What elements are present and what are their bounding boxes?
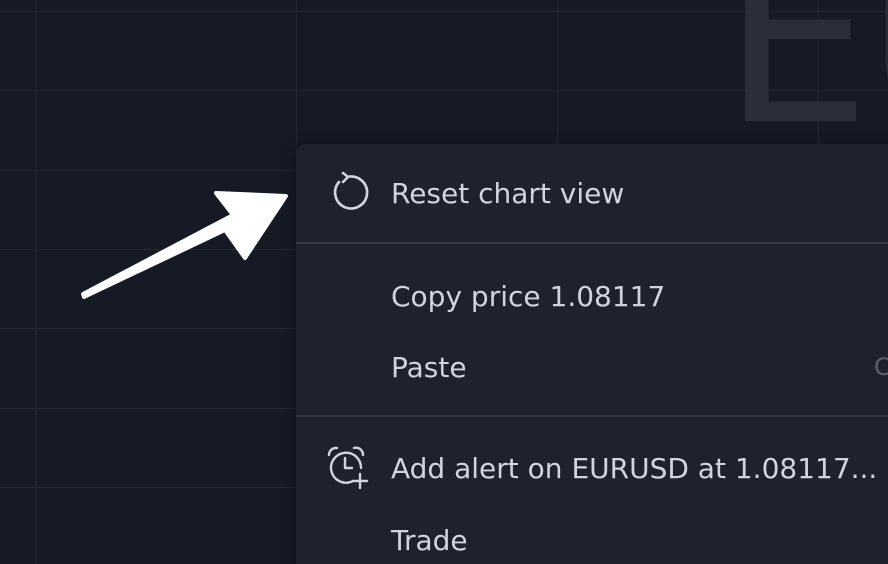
menu-item-label: Paste — [391, 350, 467, 384]
menu-item-label: Add alert on EURUSD at 1.08117... — [391, 451, 878, 485]
menu-item-label: Reset chart view — [391, 176, 625, 210]
menu-item-trade[interactable]: Trade — [296, 506, 888, 564]
reset-icon — [322, 168, 372, 218]
menu-item-paste[interactable]: Paste C — [296, 333, 888, 401]
menu-item-copy-price[interactable]: Copy price 1.08117 — [296, 262, 888, 330]
symbol-watermark: EU — [722, 0, 888, 177]
menu-item-label: Trade — [391, 523, 468, 557]
alarm-clock-plus-icon — [322, 443, 372, 493]
menu-item-add-alert[interactable]: Add alert on EURUSD at 1.08117... — [296, 434, 888, 502]
grid-line-vertical — [35, 0, 36, 564]
context-menu: Reset chart view Copy price 1.08117 Past… — [296, 144, 888, 564]
menu-item-shortcut: C — [874, 353, 888, 381]
menu-separator — [296, 242, 888, 244]
menu-item-label: Copy price 1.08117 — [391, 279, 666, 313]
menu-item-reset-chart-view[interactable]: Reset chart view — [296, 159, 888, 227]
menu-separator — [296, 415, 888, 417]
chart-screen: EU Reset chart view Copy price 1.08117 P… — [0, 0, 888, 564]
